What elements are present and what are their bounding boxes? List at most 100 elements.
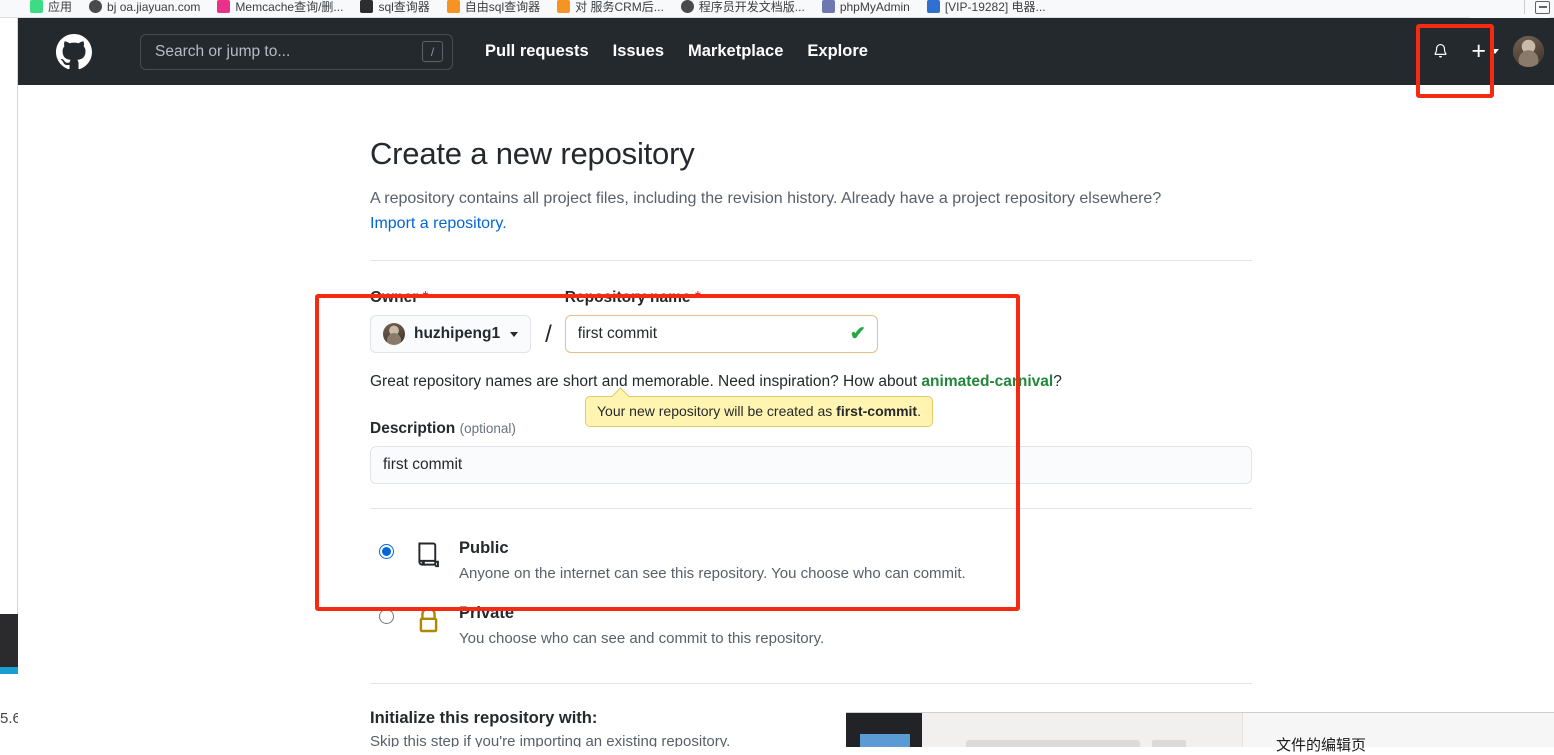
header-search-box[interactable]: /	[140, 33, 453, 70]
phpmyadmin-icon	[821, 0, 835, 13]
sliver-dark-block	[0, 614, 18, 667]
background-window-sliver: 5.6	[0, 614, 18, 747]
suggested-repository-name[interactable]: animated-carnival	[921, 373, 1053, 390]
search-input[interactable]	[155, 42, 422, 61]
bookmark-label: sql查询器	[378, 0, 430, 14]
hint-tail-prefix: bout	[886, 373, 922, 391]
github-header: / Pull requests Issues Marketplace Explo…	[18, 18, 1554, 85]
visibility-option-public[interactable]: Public Anyone on the internet can see th…	[370, 529, 1252, 594]
bookmark-label: phpMyAdmin	[839, 0, 910, 14]
bookmark-item[interactable]: bj oa.jiayuan.com	[89, 0, 200, 14]
github-logo-link[interactable]	[56, 33, 92, 70]
visibility-options: Public Anyone on the internet can see th…	[370, 529, 1252, 658]
overlay-accent-block	[860, 734, 910, 747]
divider	[370, 260, 1252, 262]
nav-marketplace[interactable]: Marketplace	[688, 42, 783, 61]
bookmark-label: bj oa.jiayuan.com	[107, 0, 201, 14]
window-left-edge	[0, 18, 18, 614]
new-repository-form: Create a new repository A repository con…	[370, 135, 1252, 747]
create-new-menu[interactable]: +	[1461, 32, 1507, 72]
visibility-private-text: Private You choose who can see and commi…	[459, 603, 824, 649]
bookmark-item[interactable]: phpMyAdmin	[821, 0, 910, 14]
lock-icon	[411, 603, 445, 635]
nav-pull-requests[interactable]: Pull requests	[485, 42, 589, 61]
overlay-toolbar-pill	[966, 740, 1140, 747]
page-subtitle: A repository contains all project files,…	[370, 187, 1252, 237]
bookmark-item[interactable]: 自由sql查询器	[446, 0, 541, 14]
sliver-accent-bar	[0, 667, 18, 674]
hint-middle: short and memorable. Need inspiration? H…	[562, 373, 887, 391]
nav-explore[interactable]: Explore	[807, 42, 868, 61]
plus-icon: +	[1471, 37, 1486, 65]
repository-name-input[interactable]	[564, 315, 878, 354]
page-subtitle-text: A repository contains all project files,…	[370, 189, 1162, 207]
owner-label: Owner *	[370, 289, 531, 307]
visibility-private-description: You choose who can see and commit to thi…	[459, 629, 825, 647]
hint-prefix: Great repository names are	[370, 373, 563, 391]
jira-icon	[926, 0, 940, 13]
description-input[interactable]	[370, 446, 1252, 485]
apps-grid-icon	[30, 0, 43, 13]
notifications-button[interactable]	[1419, 32, 1461, 72]
repository-name-label-text: Repository name	[564, 289, 691, 307]
bookmark-item[interactable]: Memcache查询/删...	[217, 0, 343, 14]
import-repository-link[interactable]: Import a repository.	[370, 215, 507, 232]
browser-window-icon[interactable]	[1535, 0, 1550, 14]
owner-field-group: Owner * huzhipeng1	[370, 289, 532, 354]
chevron-down-icon	[510, 331, 519, 337]
tooltip-repository-slug: first-commit	[836, 403, 918, 419]
browser-bookmarks-bar: 应用 bj oa.jiayuan.com Memcache查询/删... sql…	[0, 0, 1554, 18]
owner-repo-row: Owner * huzhipeng1 / Repository name * ✔	[370, 289, 1252, 354]
bookmark-label: [VIP-19282] 电器...	[944, 0, 1046, 14]
bookmark-item[interactable]: 程序员开发文档版...	[680, 0, 805, 14]
nav-issues[interactable]: Issues	[613, 42, 664, 61]
bookmark-item[interactable]: 对 服务CRM后...	[557, 0, 664, 14]
user-avatar[interactable]	[1513, 36, 1544, 67]
divider	[370, 682, 1252, 684]
owner-select-button[interactable]: huzhipeng1	[370, 315, 532, 354]
repository-name-hint: Great repository names are short and mem…	[370, 370, 1252, 394]
visibility-radio-private[interactable]	[379, 608, 394, 624]
required-marker: *	[422, 289, 429, 307]
repository-name-field-group: Repository name * ✔	[564, 289, 878, 354]
chevron-down-icon	[1491, 49, 1499, 54]
required-marker: *	[694, 289, 701, 307]
divider	[370, 508, 1252, 510]
visibility-option-private[interactable]: Private You choose who can see and commi…	[370, 594, 1252, 659]
visibility-public-text: Public Anyone on the internet can see th…	[459, 538, 966, 584]
visibility-public-title[interactable]: Public	[459, 538, 966, 559]
bookmark-label: 对 服务CRM后...	[575, 0, 664, 14]
header-nav: Pull requests Issues Marketplace Explore	[485, 42, 868, 61]
bookmark-overflow-area	[1470, 0, 1550, 18]
repository-created-tooltip: Your new repository will be created as f…	[585, 396, 933, 428]
visibility-private-title[interactable]: Private	[459, 603, 824, 624]
header-actions: +	[1419, 32, 1554, 72]
page-title: Create a new repository	[370, 136, 695, 171]
bookmark-item[interactable]: [VIP-19282] 电器...	[926, 0, 1046, 14]
sliver-text: 5.6	[0, 710, 18, 727]
bookmark-label: Memcache查询/删...	[235, 0, 344, 14]
shield-icon	[680, 0, 694, 13]
bookmark-label: 自由sql查询器	[464, 0, 541, 14]
memcache-icon	[217, 0, 231, 13]
folder-icon	[557, 0, 571, 13]
owner-avatar-icon	[383, 323, 405, 346]
bookmark-item[interactable]: 应用	[30, 0, 72, 14]
search-shortcut-badge: /	[422, 41, 443, 62]
overlay-right-text: 文件的编辑页	[1276, 737, 1367, 754]
visibility-radio-public[interactable]	[379, 544, 394, 560]
tooltip-prefix: Your new repository will be created as	[597, 403, 837, 419]
description-label-text: Description	[370, 420, 456, 438]
bookmark-item[interactable]: sql查询器	[360, 0, 430, 14]
overlay-toolbar-chip	[1152, 740, 1186, 747]
bookmark-label: 程序员开发文档版...	[698, 0, 805, 14]
repo-book-icon	[411, 538, 445, 570]
avatar-image	[1513, 36, 1544, 67]
description-field-group: Description (optional)	[370, 420, 1252, 485]
owner-selected-name: huzhipeng1	[414, 325, 501, 343]
github-mark-icon	[56, 33, 92, 69]
folder-icon	[446, 0, 460, 13]
sql-icon	[360, 0, 374, 13]
hint-tail-suffix: ?	[1053, 373, 1062, 391]
visibility-public-description: Anyone on the internet can see this repo…	[459, 564, 966, 582]
